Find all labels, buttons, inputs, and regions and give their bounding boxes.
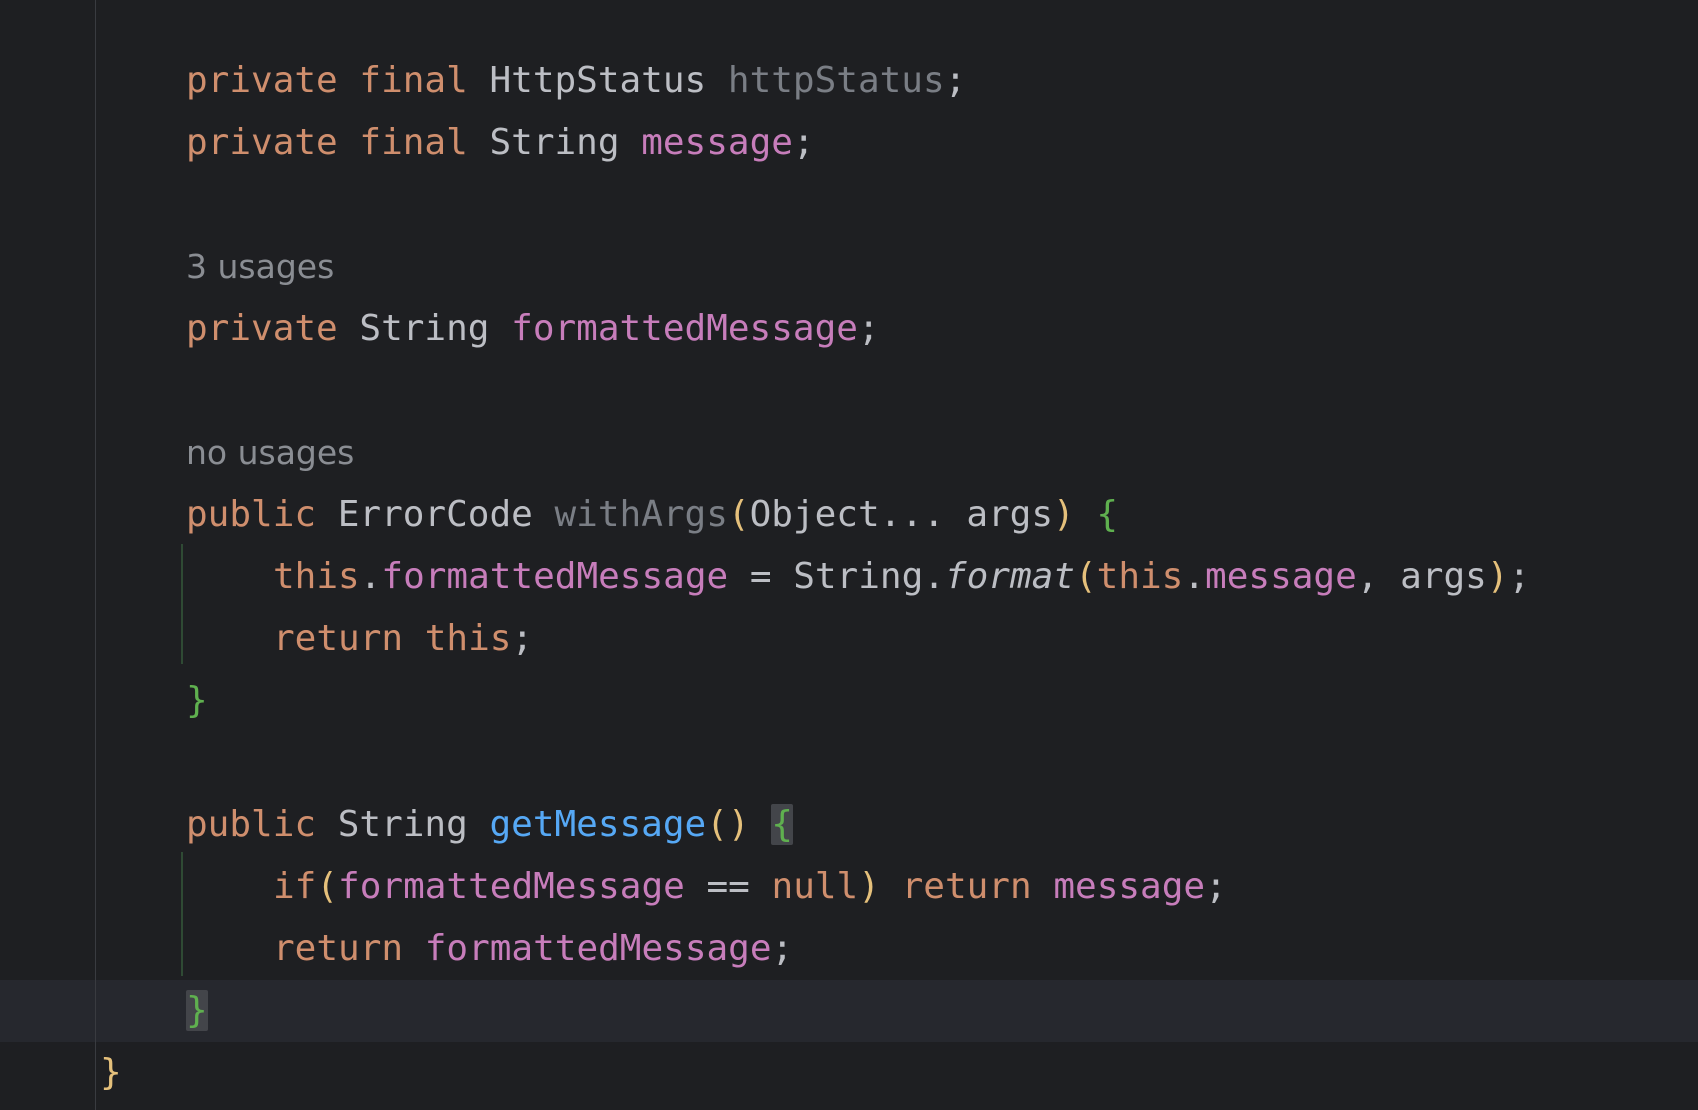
field-name-unused: httpStatus	[727, 60, 945, 101]
keyword-return: return	[273, 618, 404, 659]
semicolon: ;	[1508, 556, 1531, 597]
close-paren: )	[1053, 494, 1075, 535]
field-ref: message	[1053, 866, 1206, 907]
field-ref: formattedMessage	[338, 866, 685, 907]
semicolon: ;	[944, 60, 967, 101]
keyword-private: private	[186, 308, 338, 349]
keyword-this: this	[1096, 556, 1184, 597]
close-brace: }	[186, 680, 208, 721]
code-line-httpstatus-field[interactable]: private final HttpStatus httpStatus;	[186, 50, 966, 112]
code-line-class-close-brace[interactable]: }	[100, 1042, 122, 1104]
keyword-private: private	[186, 60, 338, 101]
gutter-divider	[95, 0, 96, 1110]
class-close-brace: }	[100, 1052, 122, 1093]
keyword-public: public	[186, 494, 317, 535]
keyword-public: public	[186, 804, 317, 845]
field-ref: message	[1205, 556, 1357, 597]
dot: .	[359, 556, 382, 597]
field-name: message	[641, 122, 793, 163]
type-name: String	[337, 804, 468, 845]
equals-operator: ==	[684, 866, 772, 907]
semicolon: ;	[1205, 866, 1227, 907]
method-name-unused: withArgs	[554, 494, 728, 535]
assign-operator: = String.	[728, 556, 945, 597]
semicolon: ;	[511, 618, 534, 659]
open-paren: (	[1074, 556, 1097, 597]
type-name: String	[489, 122, 620, 163]
code-line-withargs-signature[interactable]: public ErrorCode withArgs(Object... args…	[186, 484, 1118, 546]
code-editor[interactable]: private final HttpStatus httpStatus; pri…	[0, 0, 1698, 1110]
argument-list: , args	[1356, 556, 1487, 597]
code-line-return-this[interactable]: return this;	[273, 608, 533, 670]
static-method-call: format	[944, 556, 1075, 597]
keyword-return: return	[901, 866, 1032, 907]
keyword-this: this	[273, 556, 360, 597]
keyword-return: return	[273, 928, 404, 969]
keyword-this: this	[424, 618, 512, 659]
keyword-null: null	[771, 866, 859, 907]
code-line-close-brace[interactable]: }	[186, 670, 208, 732]
semicolon: ;	[771, 928, 794, 969]
keyword-final: final	[359, 60, 468, 101]
semicolon: ;	[857, 308, 880, 349]
type-name: ErrorCode	[337, 494, 533, 535]
field-ref: formattedMessage	[381, 556, 729, 597]
field-ref: formattedMessage	[424, 928, 772, 969]
open-paren: (	[316, 866, 339, 907]
semicolon: ;	[792, 122, 815, 163]
keyword-if: if	[273, 866, 317, 907]
close-paren: )	[1486, 556, 1509, 597]
dot: .	[1183, 556, 1206, 597]
indent-guide	[181, 852, 183, 976]
indent-guide	[181, 544, 183, 664]
parameters: Object... args	[749, 494, 1054, 535]
open-brace-matched: {	[771, 804, 793, 845]
usages-hint[interactable]: no usages	[186, 422, 354, 484]
keyword-private: private	[186, 122, 338, 163]
open-paren: (	[727, 494, 750, 535]
field-name: formattedMessage	[511, 308, 858, 349]
code-line-assign-formatted[interactable]: this.formattedMessage = String.format(th…	[273, 546, 1530, 608]
usages-hint[interactable]: 3 usages	[186, 236, 334, 298]
code-line-formatted-message-field[interactable]: private String formattedMessage;	[186, 298, 880, 360]
close-paren: )	[858, 866, 880, 907]
code-line-if-null-check[interactable]: if(formattedMessage == null) return mess…	[273, 856, 1227, 918]
code-line-return-formatted[interactable]: return formattedMessage;	[273, 918, 793, 980]
code-line-message-field[interactable]: private final String message;	[186, 112, 815, 174]
type-name: String	[359, 308, 490, 349]
open-brace: {	[1096, 494, 1119, 535]
current-line-highlight	[0, 980, 1698, 1042]
code-line-getmessage-signature[interactable]: public String getMessage() {	[186, 794, 793, 856]
method-name: getMessage	[489, 804, 707, 845]
code-line-close-brace-current[interactable]: }	[186, 980, 208, 1042]
keyword-final: final	[359, 122, 468, 163]
parens: ()	[706, 804, 750, 845]
close-brace-matched: }	[186, 990, 208, 1031]
type-name: HttpStatus	[489, 60, 707, 101]
